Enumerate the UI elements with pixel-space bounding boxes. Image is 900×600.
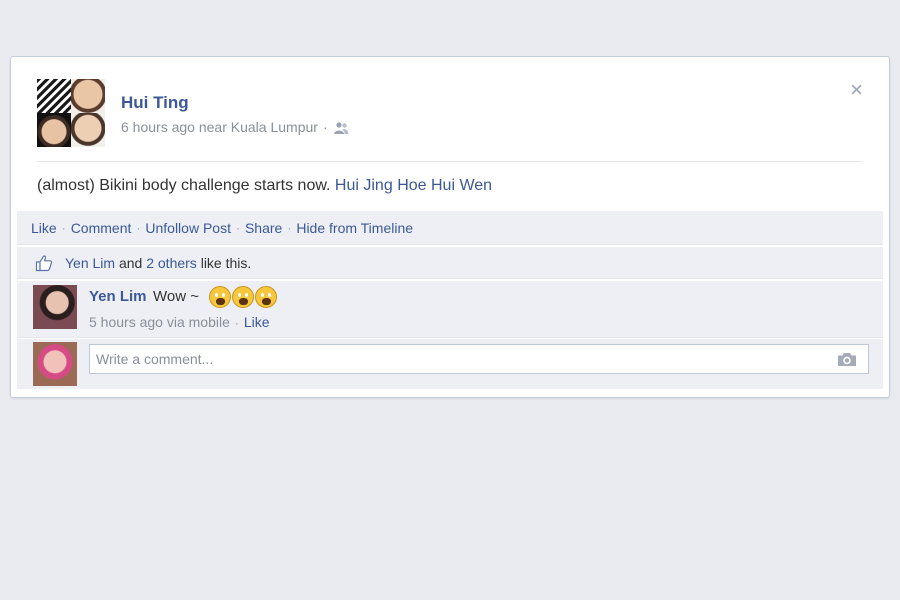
comment-time[interactable]: 5 hours ago via mobile: [89, 314, 230, 330]
scream-emoji-icon: [209, 286, 231, 308]
friends-icon[interactable]: [333, 122, 349, 134]
post-location[interactable]: Kuala Lumpur: [231, 119, 318, 135]
post-time[interactable]: 6 hours ago: [121, 119, 195, 135]
story-header: Hui Ting 6 hours ago near Kuala Lumpur ·: [37, 79, 863, 162]
likes-sentence: Yen Lim and 2 others like this.: [17, 247, 883, 279]
camera-icon[interactable]: [837, 352, 857, 367]
comment-item: Yen Lim Wow ~ 5 hours ago via mobile · Lik…: [17, 281, 883, 338]
post-near: near: [198, 119, 227, 135]
comment-action[interactable]: Comment: [71, 220, 132, 236]
others-likers-link[interactable]: 2 others: [146, 255, 197, 271]
unfollow-post-action[interactable]: Unfollow Post: [145, 220, 231, 236]
post-meta: 6 hours ago near Kuala Lumpur ·: [121, 119, 349, 135]
like-action[interactable]: Like: [31, 220, 57, 236]
commenter-avatar[interactable]: [33, 285, 77, 329]
share-action[interactable]: Share: [245, 220, 282, 236]
commenter-name-link[interactable]: Yen Lim: [89, 288, 147, 305]
comment-emojis: [209, 286, 277, 308]
author-avatar[interactable]: [37, 79, 105, 147]
tagged-link-2[interactable]: Hoe Hui Wen: [397, 177, 492, 194]
story-actions-bar: Like · Comment · Unfollow Post · Share ·…: [17, 211, 883, 245]
liker-link[interactable]: Yen Lim: [65, 255, 115, 271]
scream-emoji-icon: [232, 286, 254, 308]
scream-emoji-icon: [255, 286, 277, 308]
comment-meta: 5 hours ago via mobile · Like: [89, 314, 270, 330]
comment-input[interactable]: [89, 344, 869, 374]
story-card: × Hui Ting 6 hours ago near Kuala Lumpur…: [10, 56, 890, 398]
status-text: (almost) Bikini body challenge starts no…: [37, 177, 493, 194]
write-comment-row: [17, 339, 883, 389]
tagged-link-1[interactable]: Hui Jing: [335, 177, 393, 194]
thumbs-up-icon: [35, 254, 53, 271]
comment-text: Wow ~: [153, 288, 199, 305]
viewer-avatar: [33, 342, 77, 386]
comment-like-link[interactable]: Like: [244, 314, 270, 330]
hide-from-timeline-action[interactable]: Hide from Timeline: [296, 220, 413, 236]
author-name-link[interactable]: Hui Ting: [121, 93, 189, 113]
